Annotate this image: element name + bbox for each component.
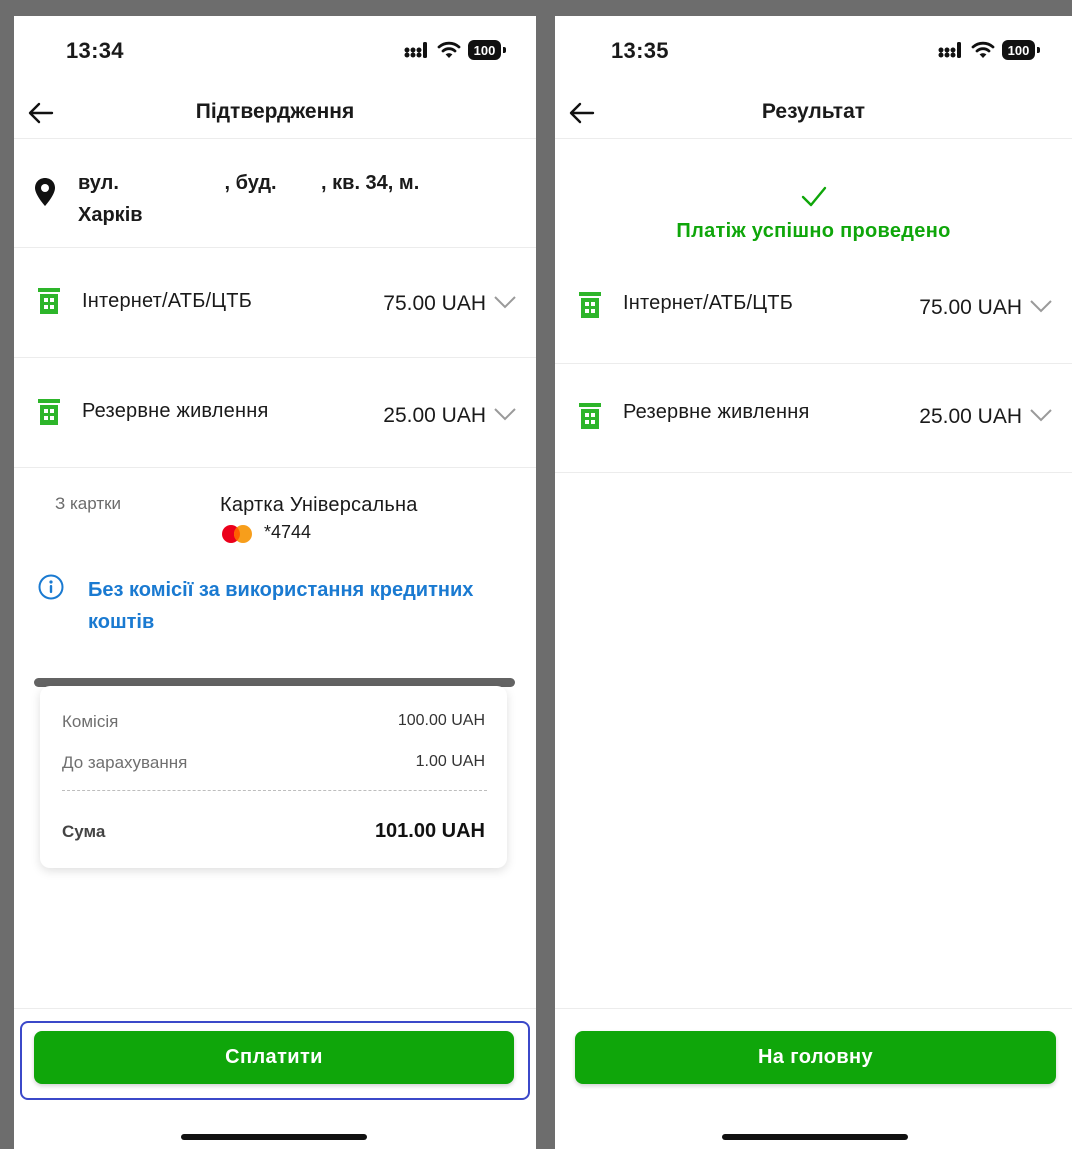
info-icon (38, 574, 64, 600)
home-button[interactable]: На головну (575, 1031, 1056, 1084)
building-icon (38, 288, 60, 314)
chevron-down-icon[interactable] (1030, 300, 1052, 314)
credited-value: 1.00 UAH (415, 753, 485, 770)
service-amount: 75.00 UAH (919, 296, 1022, 319)
home-indicator[interactable] (181, 1134, 367, 1140)
chevron-down-icon[interactable] (494, 296, 516, 310)
pay-button[interactable]: Сплатити (34, 1031, 514, 1084)
service-row-backup-power[interactable]: Резервне живлення 25.00 UAH (14, 358, 536, 468)
status-bar: 13:35 100 (555, 16, 1072, 86)
service-amount: 25.00 UAH (383, 404, 486, 427)
service-name: Інтернет/АТБ/ЦТБ (82, 290, 253, 312)
battery-icon: 100 (468, 40, 506, 60)
screen-header: Підтвердження (14, 88, 536, 139)
result-screen: 13:35 100 Результат Платіж успішно прове… (555, 16, 1072, 1149)
payment-success-message: Платіж успішно проведено (676, 220, 951, 242)
payment-summary-card: Комісія 100.00 UAH До зарахування 1.00 U… (40, 686, 507, 868)
chevron-down-icon[interactable] (494, 408, 516, 422)
building-icon (38, 399, 60, 425)
credited-label: До зарахування (62, 753, 188, 772)
bottom-divider (14, 1008, 536, 1009)
summary-divider (62, 790, 487, 791)
battery-level: 100 (468, 40, 501, 60)
card-name[interactable]: Картка Універсальна (220, 494, 418, 517)
address-text: вул. , буд. , кв. 34, м. Харків (78, 172, 425, 226)
battery-icon: 100 (1002, 40, 1040, 60)
battery-level: 100 (1002, 40, 1035, 60)
service-row-internet[interactable]: Інтернет/АТБ/ЦТБ 75.00 UAH (14, 248, 536, 358)
service-amount: 25.00 UAH (919, 405, 1022, 428)
card-source-label: З картки (55, 494, 122, 513)
service-row-backup-power[interactable]: Резервне живлення 25.00 UAH (555, 363, 1072, 473)
commission-info-link[interactable]: Без комісії за використання кредитних ко… (88, 574, 488, 638)
service-name: Резервне живлення (623, 401, 810, 423)
page-title: Результат (761, 100, 866, 123)
signal-icon (404, 42, 427, 58)
card-number: *4744 (264, 522, 312, 542)
status-time: 13:35 (611, 38, 669, 63)
commission-label: Комісія (62, 712, 119, 731)
service-name: Інтернет/АТБ/ЦТБ (623, 292, 794, 314)
wifi-icon (437, 41, 461, 58)
address-row: вул. , буд. , кв. 34, м. Харків (14, 139, 536, 248)
service-amount: 75.00 UAH (383, 292, 486, 315)
status-bar: 13:34 100 (14, 16, 536, 86)
total-label: Сума (62, 822, 106, 841)
chevron-down-icon[interactable] (1030, 409, 1052, 423)
service-row-internet[interactable]: Інтернет/АТБ/ЦТБ 75.00 UAH (555, 254, 1072, 364)
status-icons: 100 (404, 40, 506, 60)
home-indicator[interactable] (722, 1134, 908, 1140)
service-name: Резервне живлення (82, 400, 269, 422)
checkmark-icon (801, 186, 827, 207)
screen-header: Результат (555, 88, 1072, 139)
status-icons: 100 (938, 40, 1040, 60)
commission-value: 100.00 UAH (397, 712, 485, 729)
page-title: Підтвердження (195, 100, 355, 123)
confirmation-screen: 13:34 100 Підтвердження вул. , буд. , кв… (14, 16, 536, 1149)
location-pin-icon (35, 178, 55, 206)
building-icon (579, 403, 601, 429)
total-value: 101.00 UAH (374, 820, 485, 842)
bottom-divider (555, 1008, 1072, 1009)
building-icon (579, 292, 601, 318)
mastercard-logo-icon (222, 525, 252, 543)
status-time: 13:34 (66, 38, 124, 63)
wifi-icon (971, 41, 995, 58)
signal-icon (938, 42, 961, 58)
